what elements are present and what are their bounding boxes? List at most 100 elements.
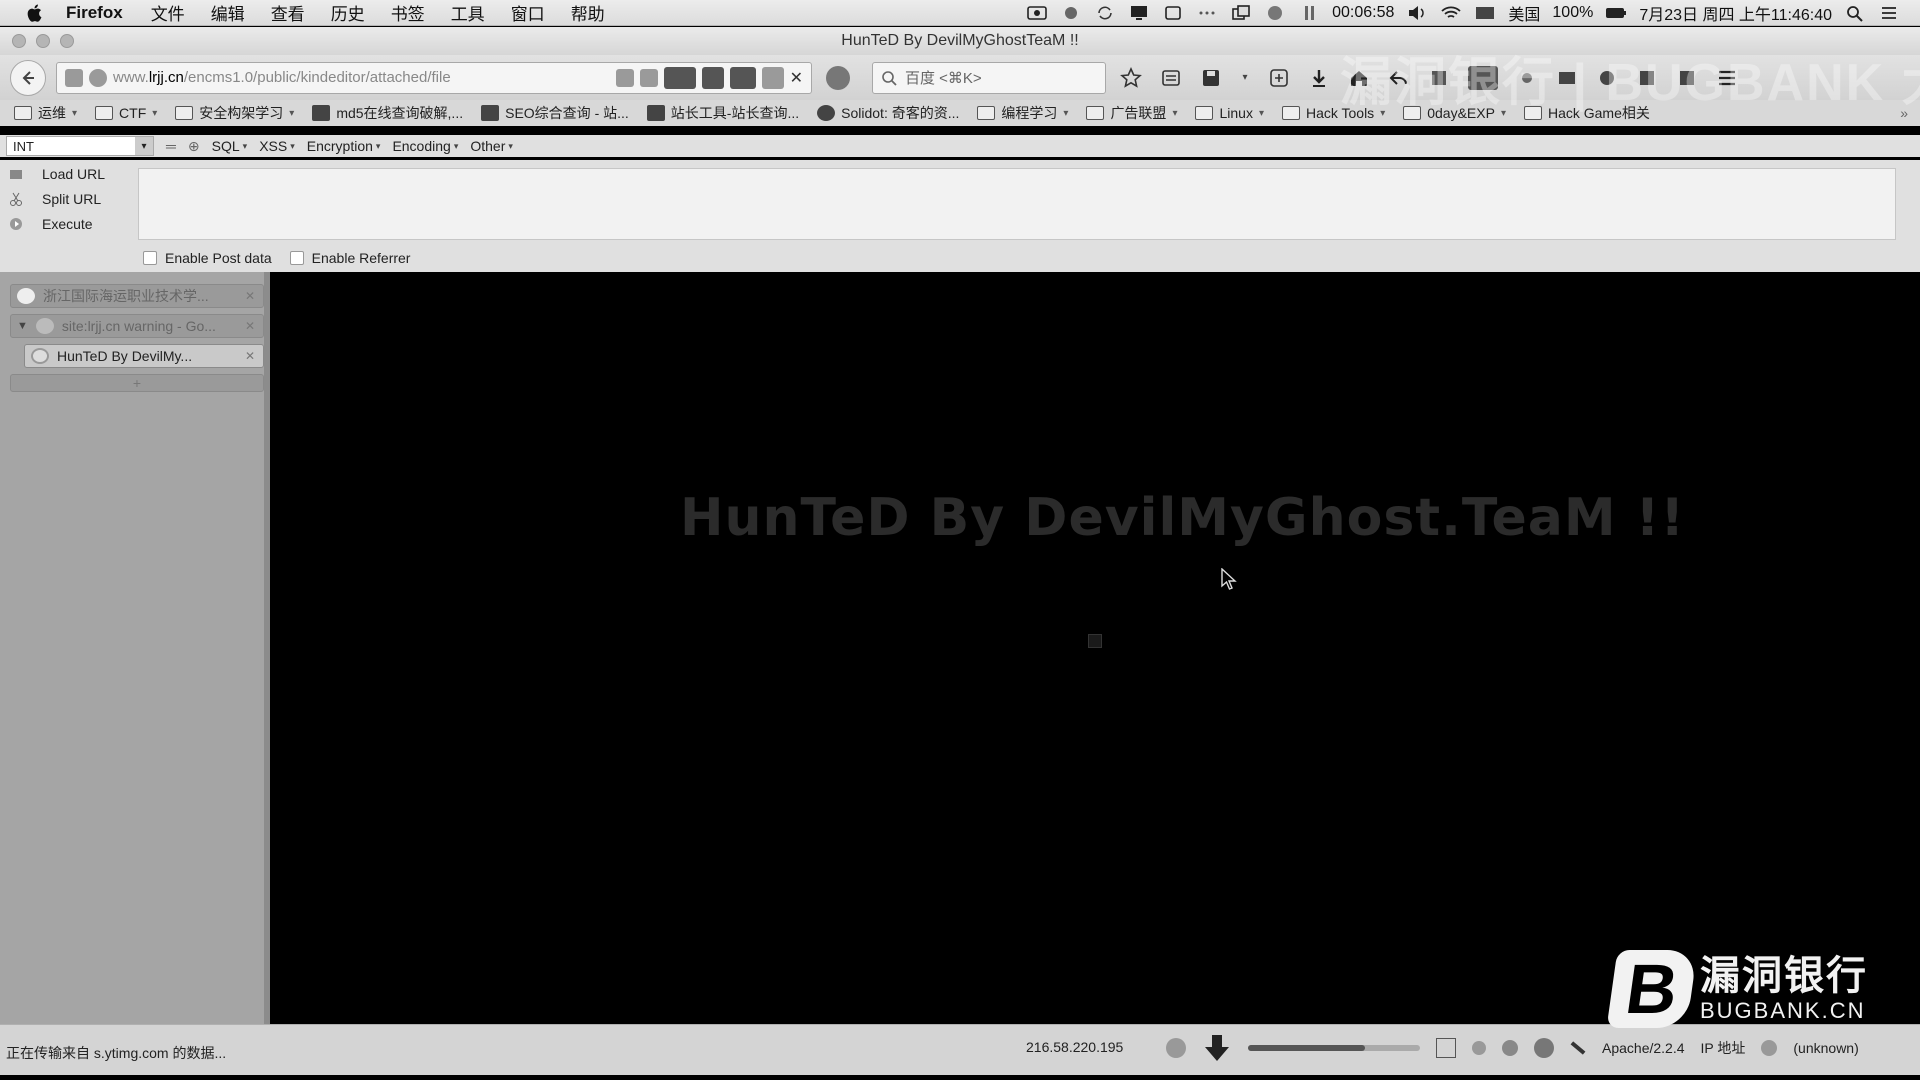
- star-icon[interactable]: [1120, 66, 1142, 89]
- page-info-icon[interactable]: [65, 68, 83, 87]
- split-url-button[interactable]: Split URL: [8, 191, 105, 207]
- url-text[interactable]: www.lrjj.cn/encms1.0/public/kindeditor/a…: [113, 69, 610, 86]
- screen-record-icon[interactable]: [1026, 4, 1048, 22]
- plus-icon[interactable]: ⊕: [188, 138, 200, 155]
- circle-icon[interactable]: [1264, 4, 1286, 22]
- flash-icon[interactable]: [701, 66, 724, 89]
- shield-icon[interactable]: [615, 68, 634, 87]
- extension-icon-1[interactable]: [663, 66, 696, 89]
- volume-icon[interactable]: [1406, 4, 1428, 22]
- minimize-window-button[interactable]: [36, 34, 50, 48]
- close-tab-icon[interactable]: ✕: [245, 319, 263, 333]
- bookmark-solidot[interactable]: Solidot: 奇客的资...: [817, 103, 959, 123]
- notification-icon[interactable]: [1162, 4, 1184, 22]
- grid-icon[interactable]: [639, 68, 658, 87]
- folder-icon: [1086, 106, 1105, 120]
- hackbar-url-textarea[interactable]: [138, 168, 1896, 240]
- wifi-icon[interactable]: [1440, 4, 1462, 22]
- close-x-icon[interactable]: ✕: [790, 68, 803, 88]
- bookmark-folder-linux[interactable]: Linux ▾: [1195, 105, 1264, 121]
- hackbar-menu-other[interactable]: Other ▾: [470, 138, 513, 154]
- sidebar-tab-2[interactable]: ▼ site:lrjj.cn warning - Go... ✕: [10, 314, 264, 338]
- new-tab-button[interactable]: +: [10, 374, 264, 392]
- split-url-label: Split URL: [42, 191, 102, 207]
- folder-icon: [1195, 106, 1214, 120]
- menu-tools[interactable]: 工具: [451, 0, 485, 25]
- checkbox-box[interactable]: [289, 251, 304, 265]
- menu-app-name[interactable]: Firefox: [66, 3, 123, 23]
- pen-icon[interactable]: [1570, 1041, 1586, 1055]
- bookmark-folder-ads[interactable]: 广告联盟 ▾: [1086, 103, 1177, 123]
- hackbar-menu-sql[interactable]: SQL ▾: [212, 138, 248, 154]
- notification-center-icon[interactable]: [1878, 4, 1900, 22]
- hackbar-menu-xss[interactable]: XSS ▾: [259, 138, 295, 154]
- extension-icon-2[interactable]: [729, 66, 756, 89]
- load-url-button[interactable]: Load URL: [8, 166, 105, 182]
- hackbar-menu-encoding[interactable]: Encoding ▾: [392, 138, 458, 154]
- addon-icon[interactable]: [1268, 67, 1290, 89]
- pause-icon[interactable]: [1298, 4, 1320, 22]
- save-icon[interactable]: [1200, 67, 1222, 89]
- close-window-button[interactable]: [12, 34, 26, 48]
- bookmark-label: SEO综合查询 - 站...: [505, 105, 629, 121]
- enable-post-checkbox[interactable]: Enable Post data: [143, 250, 272, 266]
- bookmark-seo[interactable]: SEO综合查询 - 站...: [481, 103, 629, 123]
- download-arrow-icon[interactable]: [1202, 1033, 1232, 1063]
- enable-referrer-checkbox[interactable]: Enable Referrer: [289, 250, 410, 266]
- search-input[interactable]: 百度 <⌘K>: [872, 61, 1106, 94]
- smiley-icon[interactable]: [1166, 1038, 1186, 1058]
- bookmark-folder-ops[interactable]: 运维 ▾: [14, 103, 77, 123]
- addon-icon-b[interactable]: [1502, 1040, 1518, 1056]
- battery-icon[interactable]: [1605, 4, 1627, 22]
- menu-edit[interactable]: 编辑: [211, 0, 245, 25]
- reload-icon[interactable]: [89, 68, 107, 87]
- hackbar-menu-encryption[interactable]: Encryption ▾: [307, 138, 381, 154]
- bookmark-chinaz[interactable]: 站长工具-站长查询...: [646, 103, 799, 123]
- window-copy-icon[interactable]: [1230, 4, 1252, 22]
- hackbar-type-select[interactable]: INT ▾: [6, 136, 154, 156]
- back-button[interactable]: [10, 59, 46, 96]
- checkbox-box[interactable]: [143, 251, 157, 265]
- folder-icon: [175, 106, 194, 120]
- addon-icon-a[interactable]: [1472, 1041, 1486, 1055]
- menu-file[interactable]: 文件: [151, 0, 185, 25]
- chevron-down-icon: ▾: [72, 107, 78, 119]
- bookmark-folder-programming[interactable]: 编程学习 ▾: [977, 103, 1068, 123]
- input-method[interactable]: 美国: [1508, 1, 1540, 25]
- bookmark-folder-security[interactable]: 安全构架学习 ▾: [175, 103, 294, 123]
- apple-icon[interactable]: [24, 2, 46, 24]
- info-icon[interactable]: [1761, 1040, 1778, 1056]
- sidebar-tab-1[interactable]: 浙江国际海运职业技术学... ✕: [10, 284, 264, 308]
- sync-icon[interactable]: [1094, 4, 1116, 22]
- reading-list-icon[interactable]: [1160, 67, 1182, 89]
- bookmark-md5[interactable]: md5在线查询破解,...: [312, 103, 463, 123]
- extension-icon-3[interactable]: [761, 66, 784, 89]
- close-tab-icon[interactable]: ✕: [245, 349, 263, 363]
- dots-icon[interactable]: [1196, 4, 1218, 22]
- download-icon[interactable]: [1308, 67, 1330, 89]
- datetime[interactable]: 7月23日 周四 上午11:46:40: [1639, 1, 1832, 25]
- spotlight-search-icon[interactable]: [1844, 4, 1866, 22]
- chevron-down-icon[interactable]: ▼: [17, 320, 28, 332]
- url-bar[interactable]: www.lrjj.cn/encms1.0/public/kindeditor/a…: [56, 61, 812, 94]
- blocked-icon[interactable]: [1534, 1038, 1554, 1058]
- menu-window[interactable]: 窗口: [511, 0, 545, 25]
- display-icon[interactable]: [1128, 4, 1150, 22]
- menu-help[interactable]: 帮助: [571, 0, 605, 25]
- close-tab-icon[interactable]: ✕: [245, 289, 263, 303]
- execute-button[interactable]: Execute: [8, 216, 105, 232]
- flag-icon[interactable]: [1474, 4, 1496, 22]
- menu-view[interactable]: 查看: [271, 0, 305, 25]
- ip-address-label[interactable]: IP 地址: [1701, 1038, 1746, 1058]
- globe-icon[interactable]: [826, 65, 850, 90]
- sidebar-tab-3-active[interactable]: HunTeD By DevilMy... ✕: [24, 344, 264, 368]
- bookmark-folder-ctf[interactable]: CTF ▾: [95, 105, 157, 121]
- chevron-down-icon[interactable]: ▾: [1240, 67, 1250, 89]
- gear-icon[interactable]: [1060, 4, 1082, 22]
- menu-history[interactable]: 历史: [331, 0, 365, 25]
- window-icon[interactable]: [1436, 1038, 1456, 1058]
- menu-bookmarks[interactable]: 书签: [391, 0, 425, 25]
- minus-icon[interactable]: ═: [166, 138, 176, 154]
- volume-slider[interactable]: [1248, 1045, 1420, 1051]
- zoom-window-button[interactable]: [60, 34, 74, 48]
